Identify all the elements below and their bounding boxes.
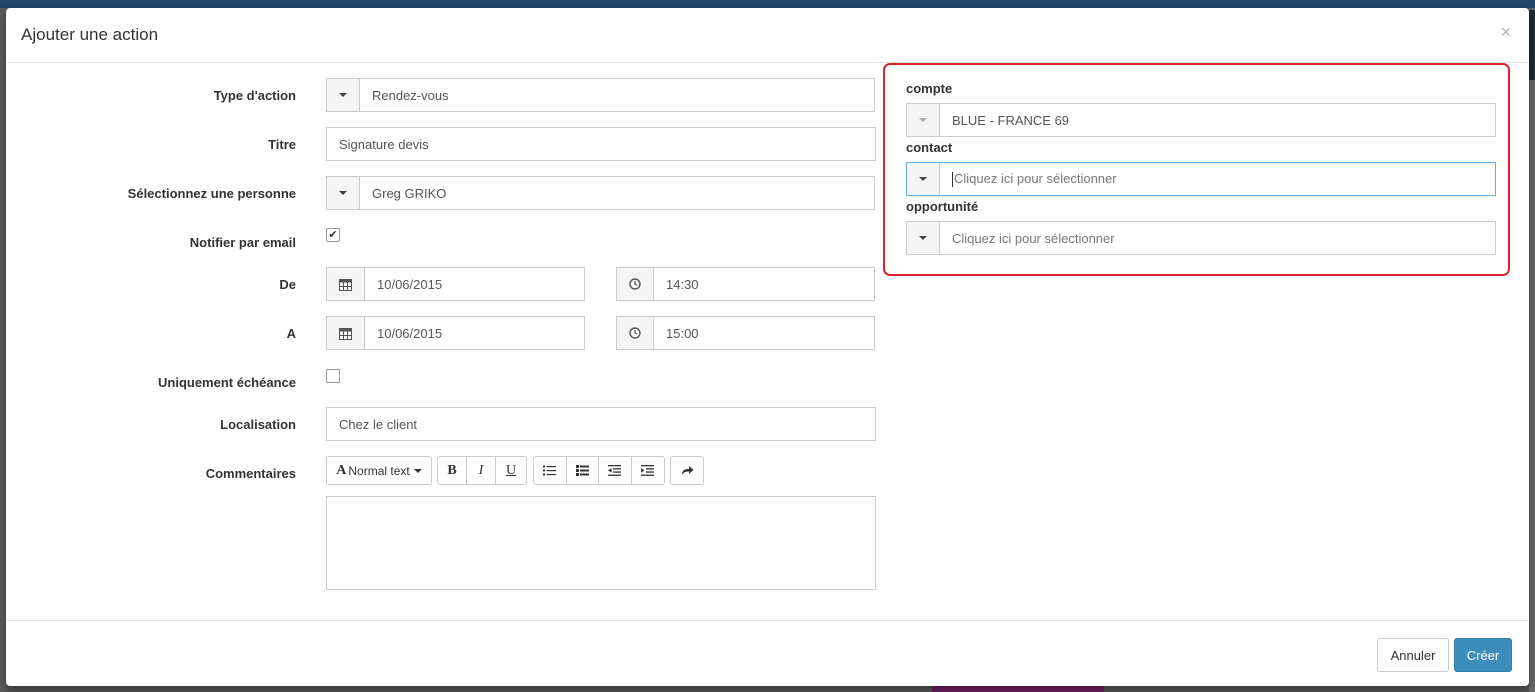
background-right-dark [1529,10,1535,80]
text-style-label: Normal text [348,463,410,478]
compte-label: compte [906,81,953,96]
commentaires-textarea[interactable] [326,496,876,590]
opportunite-dropdown-toggle[interactable] [907,222,940,254]
outdent-button[interactable] [599,457,632,484]
chevron-down-icon [919,236,927,240]
type-value: Rendez-vous [372,87,449,103]
unordered-list-button[interactable] [534,457,567,484]
notifier-label: Notifier par email [189,235,296,250]
de-date-input[interactable]: 10/06/2015 [326,267,585,301]
compte-dropdown-toggle[interactable] [907,104,940,136]
opportunite-label: opportunité [906,199,979,214]
type-dropdown-toggle[interactable] [327,79,360,111]
chevron-down-icon [339,191,347,195]
text-style-dropdown[interactable]: A Normal text [327,457,431,484]
bold-button[interactable]: B [438,457,467,484]
share-arrow-icon [681,466,693,475]
editor-link-group [670,456,704,485]
ordered-list-button[interactable] [567,457,599,484]
modal-title: Ajouter une action [21,25,159,44]
indent-button[interactable] [632,457,664,484]
de-date-value: 10/06/2015 [377,276,443,292]
compte-select[interactable]: BLUE - FRANCE 69 [906,103,1496,137]
modal-header: Ajouter une action × [6,8,1529,63]
titre-input[interactable]: Signature devis [326,127,876,161]
echeance-checkbox[interactable] [326,369,340,383]
outdent-icon [608,465,622,476]
a-time-input[interactable]: 15:00 [616,316,875,350]
editor-list-group [533,456,665,485]
personne-value: Greg GRIKO [372,185,447,201]
add-action-modal: Ajouter une action × Type d'action Rende… [6,8,1529,686]
localisation-input[interactable]: Chez le client [326,407,876,441]
notifier-checkbox[interactable]: ✔ [326,228,340,242]
background-right [1529,8,1535,692]
personne-dropdown-toggle[interactable] [327,177,360,209]
a-time-value: 15:00 [666,325,699,341]
chevron-down-icon [339,93,347,97]
a-date-input[interactable]: 10/06/2015 [326,316,585,350]
personne-label: Sélectionnez une personne [127,186,296,201]
contact-select[interactable]: Cliquez ici pour sélectionner [906,162,1496,196]
calendar-icon[interactable] [327,317,365,349]
close-icon[interactable]: × [1500,22,1511,43]
clock-icon[interactable] [617,268,654,300]
compte-value: BLUE - FRANCE 69 [952,112,1070,128]
editor-format-group: B I U [437,456,527,485]
clock-icon[interactable] [617,317,654,349]
redo-button[interactable] [671,457,703,484]
italic-button[interactable]: I [467,457,496,484]
contact-label: contact [906,140,953,155]
commentaires-label: Commentaires [205,466,296,481]
echeance-label: Uniquement échéance [158,375,296,390]
localisation-value: Chez le client [339,416,418,432]
de-time-input[interactable]: 14:30 [616,267,875,301]
chevron-down-icon [919,177,927,181]
type-select[interactable]: Rendez-vous [326,78,875,112]
chevron-down-icon [919,118,927,122]
text-cursor [952,172,953,188]
create-button[interactable]: Créer [1454,638,1512,672]
modal-footer: Annuler Créer [6,620,1529,686]
opportunite-placeholder: Cliquez ici pour sélectionner [952,230,1115,246]
contact-dropdown-toggle[interactable] [907,163,940,195]
chevron-down-icon [413,468,422,473]
de-label: De [279,277,296,292]
background-topbar [0,0,1535,8]
indent-icon [641,465,655,476]
type-label: Type d'action [213,88,296,103]
cancel-button[interactable]: Annuler [1377,638,1449,672]
list-icon [543,465,557,476]
titre-value: Signature devis [339,136,429,152]
editor-style-group: A Normal text [326,456,432,485]
a-label: A [286,326,296,341]
localisation-label: Localisation [220,417,296,432]
personne-select[interactable]: Greg GRIKO [326,176,875,210]
contact-placeholder: Cliquez ici pour sélectionner [954,170,1117,186]
de-time-value: 14:30 [666,276,699,292]
underline-button[interactable]: U [496,457,526,484]
calendar-icon[interactable] [327,268,365,300]
ordered-list-icon [575,465,589,476]
opportunite-select[interactable]: Cliquez ici pour sélectionner [906,221,1496,255]
contact-input-text: Cliquez ici pour sélectionner [940,170,1117,188]
titre-label: Titre [268,137,296,152]
font-icon: A [336,462,347,478]
a-date-value: 10/06/2015 [377,325,443,341]
